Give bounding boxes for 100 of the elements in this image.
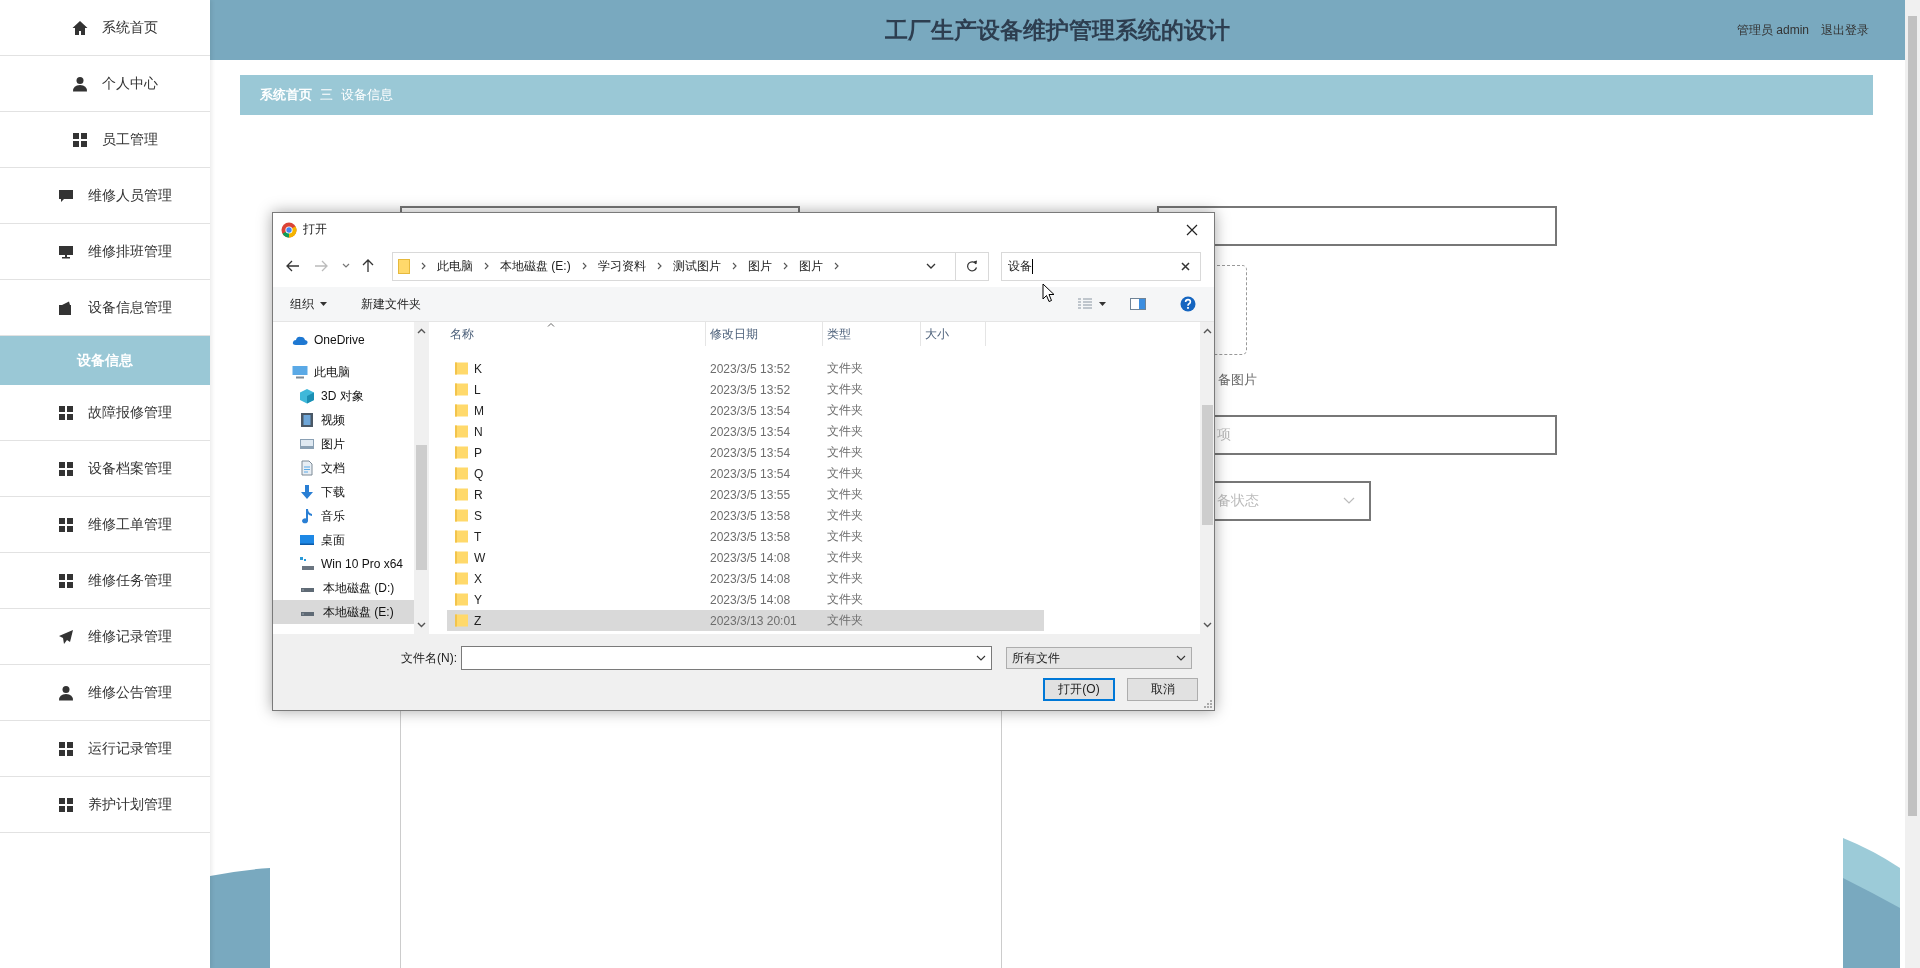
path-segment[interactable]: 此电脑 — [437, 257, 473, 275]
chevron-down-icon — [926, 263, 936, 269]
drive-icon — [301, 588, 314, 592]
file-row[interactable]: W 2023/3/5 14:08 文件夹 — [447, 547, 1044, 568]
grid-icon — [58, 460, 74, 477]
file-type-select[interactable]: 所有文件 — [1006, 647, 1192, 669]
monitor-icon — [58, 243, 74, 260]
sidebar-item[interactable]: 设备档案管理 — [0, 441, 210, 497]
file-type: 文件夹 — [826, 444, 864, 461]
scrollbar-thumb[interactable] — [1908, 16, 1917, 816]
picture-icon — [299, 436, 315, 452]
folder-icon — [455, 467, 468, 480]
navigation-item[interactable]: 本地磁盘 (E:) — [273, 600, 414, 624]
scrollbar[interactable] — [1200, 322, 1214, 634]
sidebar-item[interactable]: 维修记录管理 — [0, 609, 210, 665]
chevron-right-icon — [421, 262, 426, 270]
close-icon — [1186, 223, 1198, 236]
organize-button[interactable]: 组织 — [284, 291, 333, 317]
file-row[interactable]: R 2023/3/5 13:55 文件夹 — [447, 484, 1044, 505]
refresh-icon — [966, 260, 978, 272]
file-name-field[interactable] — [461, 646, 992, 670]
file-row[interactable]: P 2023/3/5 13:54 文件夹 — [447, 442, 1044, 463]
navigation-item[interactable]: 本地磁盘 (D:) — [273, 576, 414, 600]
navigation-item[interactable]: 视频 — [273, 408, 414, 432]
sidebar-item[interactable]: 维修工单管理 — [0, 497, 210, 553]
column-header[interactable]: 修改日期 — [706, 322, 823, 346]
sidebar-item[interactable]: 维修排班管理 — [0, 224, 210, 280]
user-label: 管理员 admin — [1736, 22, 1809, 39]
column-header[interactable]: 名称 — [447, 322, 706, 346]
file-date: 2023/3/5 13:55 — [709, 487, 792, 502]
new-folder-button[interactable]: 新建文件夹 — [355, 291, 427, 317]
file-name: W — [474, 550, 486, 565]
grid-icon — [58, 796, 74, 813]
navigation-item[interactable]: 3D 对象 — [273, 384, 414, 408]
sidebar-item[interactable]: 养护计划管理 — [0, 777, 210, 833]
file-row[interactable]: T 2023/3/5 13:58 文件夹 — [447, 526, 1044, 547]
scrollbar-thumb[interactable] — [415, 445, 427, 570]
navigation-item[interactable]: Win 10 Pro x64 — [273, 552, 414, 576]
dialog-title: 打开 — [303, 221, 327, 238]
scrollbar-thumb[interactable] — [1201, 405, 1213, 525]
breadcrumb-separator: 三 — [320, 86, 333, 104]
sidebar-item[interactable]: 运行记录管理 — [0, 721, 210, 777]
navigation-item[interactable]: 此电脑 — [273, 360, 414, 384]
house-icon — [72, 19, 88, 36]
file-row[interactable]: Q 2023/3/5 13:54 文件夹 — [447, 463, 1044, 484]
wallet-icon — [58, 299, 74, 316]
path-segment[interactable]: 图片 — [747, 257, 772, 275]
file-row[interactable]: M 2023/3/5 13:54 文件夹 — [447, 400, 1044, 421]
open-button[interactable]: 打开(O) — [1043, 678, 1115, 701]
file-name: L — [474, 382, 481, 397]
navigation-item[interactable]: 桌面 — [273, 528, 414, 552]
cube-icon — [299, 388, 315, 404]
sidebar-item[interactable]: 维修人员管理 — [0, 168, 210, 224]
navigation-item[interactable]: 音乐 — [273, 504, 414, 528]
search-field[interactable]: 设备 — [1001, 251, 1201, 281]
address-bar[interactable]: 此电脑 本地磁盘 (E:) 学习资料 测试图片 图片 图片 — [392, 251, 989, 281]
file-type: 文件夹 — [826, 570, 864, 587]
scroll-up-icon — [1202, 328, 1212, 334]
sidebar-item[interactable]: 故障报修管理 — [0, 385, 210, 441]
folder-icon — [455, 425, 468, 438]
navigation-item[interactable]: OneDrive — [273, 328, 414, 352]
file-date: 2023/3/5 13:58 — [709, 508, 792, 523]
sidebar-item[interactable]: 维修任务管理 — [0, 553, 210, 609]
column-header[interactable]: 大小 — [921, 322, 986, 346]
scrollbar[interactable] — [1905, 0, 1920, 968]
folder-icon — [455, 509, 468, 522]
column-header[interactable]: 类型 — [823, 322, 921, 346]
scrollbar[interactable] — [414, 322, 428, 634]
sidebar-item[interactable]: 维修公告管理 — [0, 665, 210, 721]
help-icon — [1180, 296, 1196, 312]
folder-icon — [455, 551, 468, 564]
path-segment[interactable]: 本地磁盘 (E:) — [500, 257, 571, 275]
path-segment[interactable]: 图片 — [798, 257, 823, 275]
path-segment[interactable]: 测试图片 — [672, 257, 721, 275]
path-segment[interactable]: 学习资料 — [597, 257, 646, 275]
file-row[interactable]: S 2023/3/5 13:58 文件夹 — [447, 505, 1044, 526]
file-row[interactable]: L 2023/3/5 13:52 文件夹 — [447, 379, 1044, 400]
folder-icon — [455, 404, 468, 417]
user-icon — [58, 684, 74, 701]
file-row[interactable]: X 2023/3/5 14:08 文件夹 — [447, 568, 1044, 589]
file-row[interactable]: K 2023/3/5 13:52 文件夹 — [447, 358, 1044, 379]
document-icon — [299, 460, 315, 476]
file-row[interactable]: Z 2023/3/13 20:01 文件夹 — [447, 610, 1044, 631]
page-title: 工厂生产设备维护管理系统的设计 — [885, 15, 1230, 45]
user-icon — [72, 75, 88, 92]
navigation-item[interactable]: 下载 — [273, 480, 414, 504]
sidebar-item[interactable]: 员工管理 — [0, 112, 210, 168]
file-name: S — [474, 508, 482, 523]
file-type: 文件夹 — [826, 549, 864, 566]
file-date: 2023/3/5 13:52 — [709, 361, 792, 376]
navigation-item[interactable]: 图片 — [273, 432, 414, 456]
sidebar-item[interactable]: 个人中心 — [0, 56, 210, 112]
navigation-item[interactable]: 文档 — [273, 456, 414, 480]
chevron-right-icon — [782, 262, 788, 270]
file-row[interactable]: N 2023/3/5 13:54 文件夹 — [447, 421, 1044, 442]
file-row[interactable]: Y 2023/3/5 14:08 文件夹 — [447, 589, 1044, 610]
file-date: 2023/3/5 13:58 — [709, 529, 792, 544]
chevron-down-icon — [1343, 497, 1355, 505]
cancel-button[interactable]: 取消 — [1127, 678, 1198, 701]
logout-link[interactable]: 退出登录 — [1821, 22, 1869, 39]
